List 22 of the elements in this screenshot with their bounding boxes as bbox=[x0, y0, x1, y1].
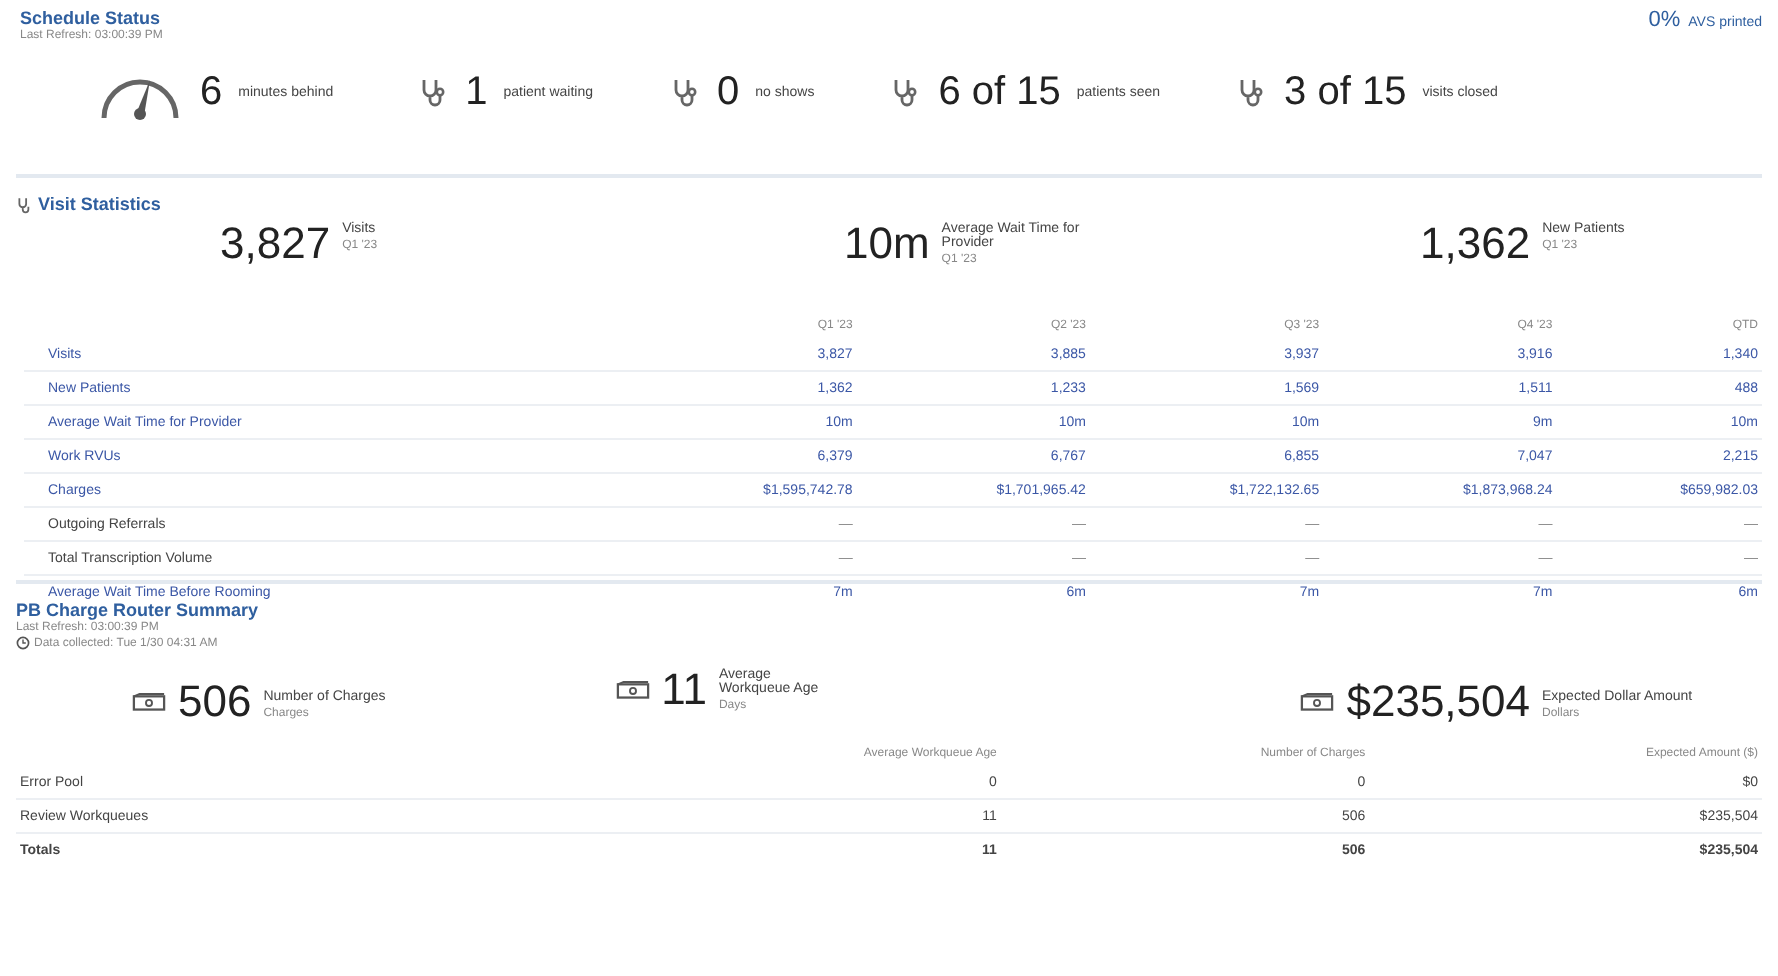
summary-value: $235,504 bbox=[1346, 676, 1530, 728]
section-title[interactable]: PB Charge Router Summary bbox=[16, 600, 1762, 620]
summary-value: 3,827 bbox=[220, 218, 331, 270]
section-title[interactable]: Visit Statistics bbox=[38, 194, 161, 214]
summary-value: 11 bbox=[661, 664, 707, 716]
clock-icon bbox=[16, 636, 30, 650]
metric-value: 6 bbox=[200, 69, 223, 115]
metric-value: 0 bbox=[717, 69, 740, 115]
stethoscope-icon bbox=[16, 195, 34, 213]
money-icon bbox=[1300, 692, 1335, 712]
money-icon bbox=[132, 692, 166, 712]
stethoscope-icon bbox=[669, 76, 701, 108]
metric-value: 3 of 15 bbox=[1284, 69, 1407, 115]
money-icon bbox=[615, 680, 650, 700]
avs-value: 0% bbox=[1648, 8, 1681, 32]
summary-value: 1,362 bbox=[1420, 218, 1531, 270]
summary-value: 10m bbox=[844, 218, 930, 270]
metric-value: 6 of 15 bbox=[938, 69, 1061, 115]
metric-value: 1 bbox=[465, 69, 488, 115]
stethoscope-icon bbox=[417, 76, 450, 108]
summary-value: 506 bbox=[178, 676, 252, 728]
section-title[interactable]: Schedule Status bbox=[20, 8, 163, 28]
